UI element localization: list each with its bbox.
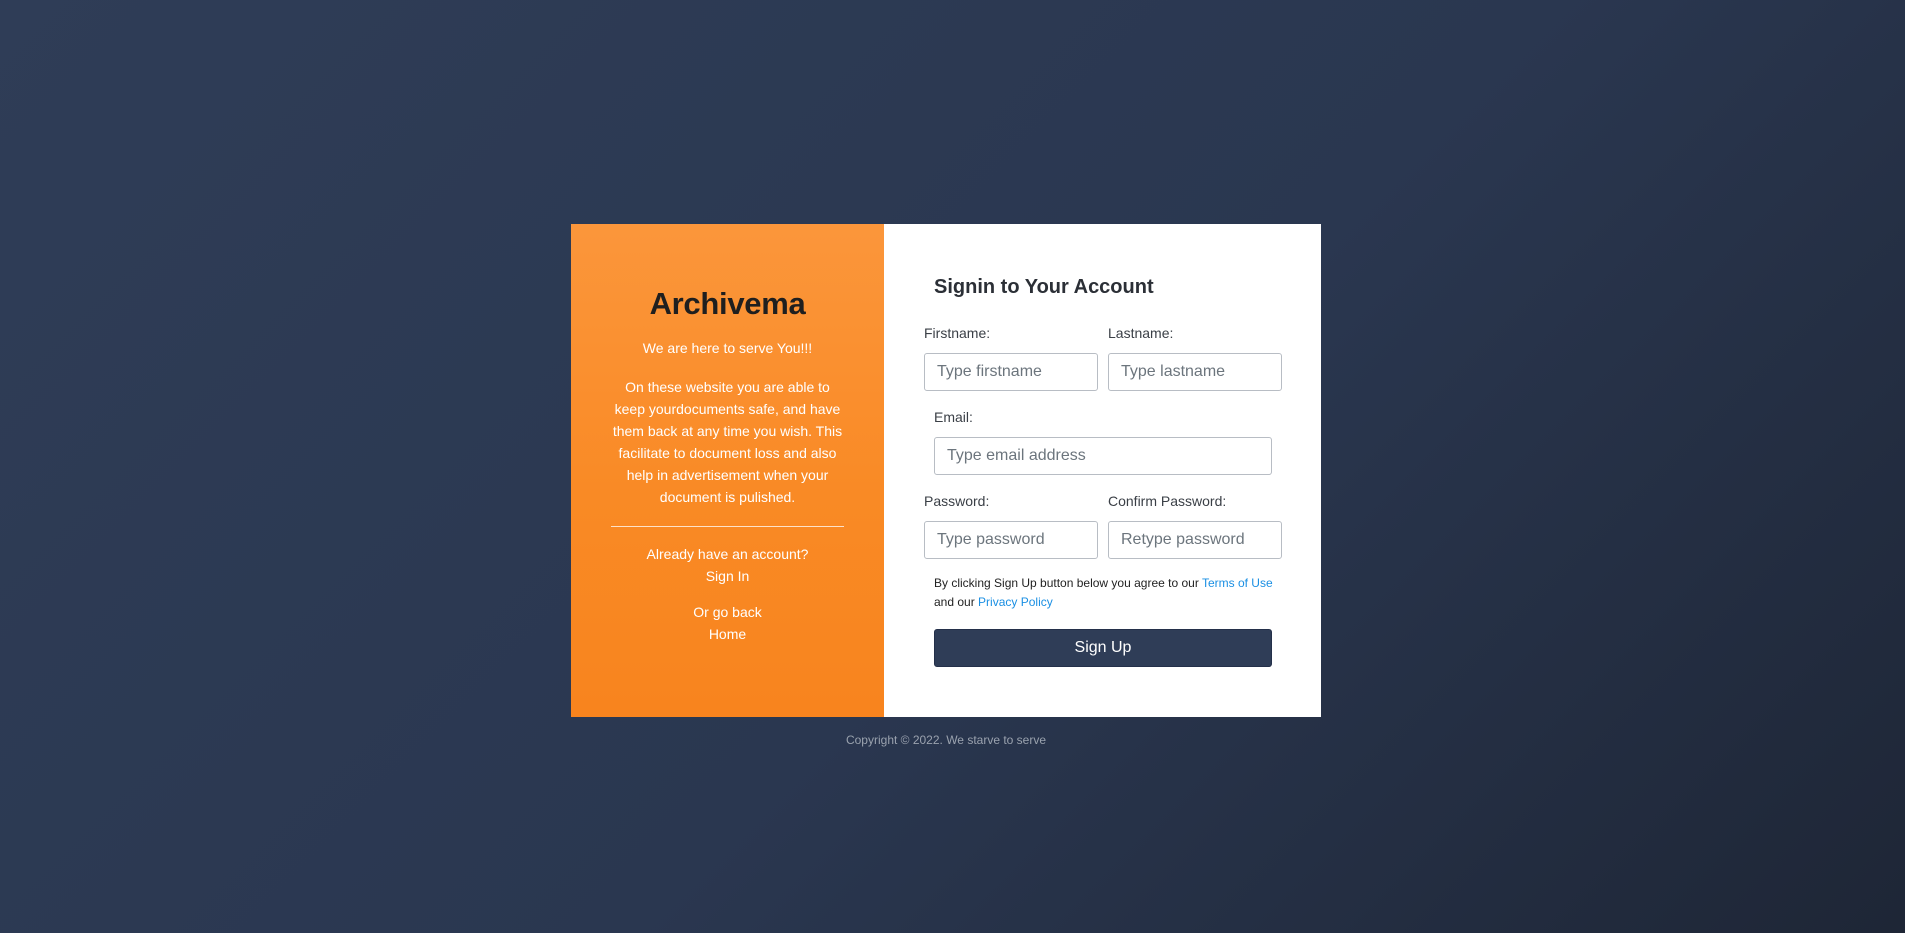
- firstname-input[interactable]: [924, 353, 1098, 391]
- site-description: On these website you are able to keep yo…: [612, 379, 843, 505]
- password-label: Password:: [924, 493, 990, 509]
- confirm-password-label: Confirm Password:: [1108, 493, 1227, 509]
- email-label: Email:: [934, 409, 973, 425]
- copyright-footer: Copyright © 2022. We starve to serve: [845, 733, 1047, 747]
- lastname-label: Lastname:: [1108, 325, 1174, 341]
- signin-link[interactable]: Sign In: [706, 565, 750, 587]
- signin-prompt: Already have an account?: [646, 546, 809, 562]
- terms-notice-prefix: By clicking Sign Up button below you agr…: [934, 576, 1199, 590]
- brand-panel: Archivema We are here to serve You!!! On…: [571, 224, 884, 717]
- tagline: We are here to serve You!!!: [642, 340, 813, 356]
- signup-card: Archivema We are here to serve You!!! On…: [571, 224, 1321, 717]
- terms-notice: By clicking Sign Up button below you agr…: [934, 574, 1284, 612]
- lastname-input[interactable]: [1108, 353, 1282, 391]
- terms-of-use-link[interactable]: Terms of Use: [1202, 576, 1273, 590]
- privacy-policy-link[interactable]: Privacy Policy: [978, 595, 1053, 609]
- panel-divider: [611, 526, 844, 527]
- password-input[interactable]: [924, 521, 1098, 559]
- sign-up-button[interactable]: Sign Up: [934, 629, 1272, 667]
- confirm-password-input[interactable]: [1108, 521, 1282, 559]
- home-prompt: Or go back: [693, 604, 762, 620]
- brand-title: Archivema: [649, 286, 806, 321]
- form-title: Signin to Your Account: [934, 276, 1154, 298]
- email-input[interactable]: [934, 437, 1272, 475]
- firstname-label: Firstname:: [924, 325, 991, 341]
- terms-notice-middle: and our: [934, 595, 975, 609]
- home-link[interactable]: Home: [709, 623, 746, 645]
- signup-form-panel: Signin to Your Account Firstname: Lastna…: [884, 224, 1321, 717]
